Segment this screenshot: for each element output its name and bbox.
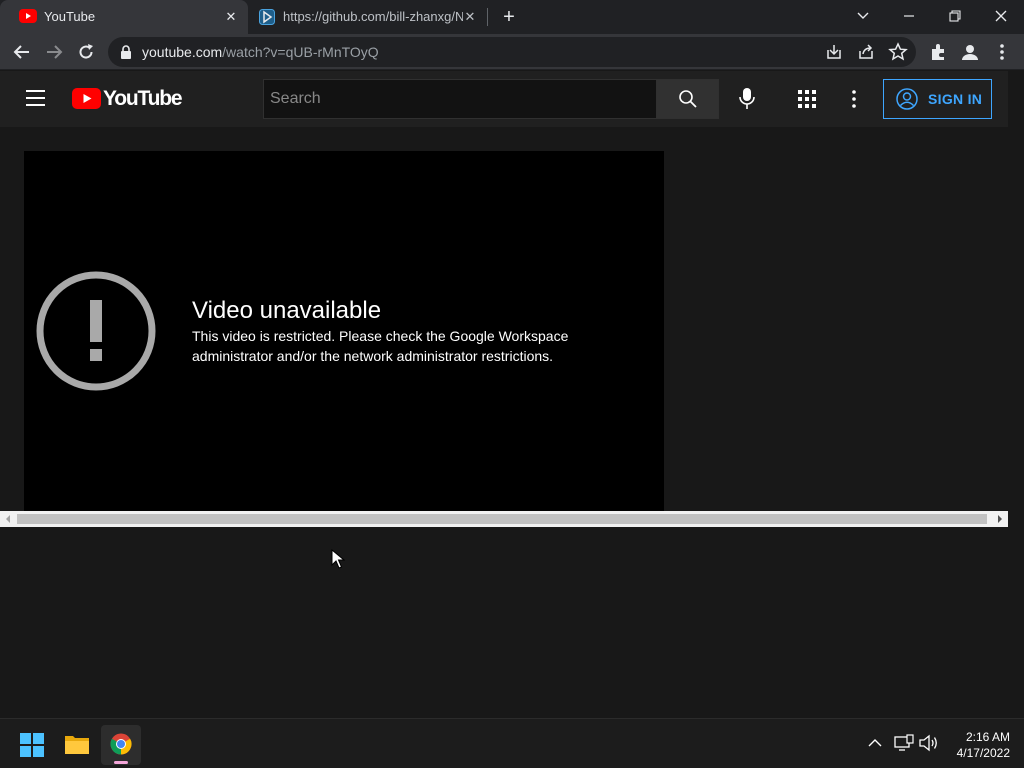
search-input[interactable] [264,80,656,118]
address-bar[interactable]: youtube.com/watch?v=qUB-rMnTOyQ [108,37,916,67]
youtube-masthead: YouTube SIGN IN [0,71,1008,127]
show-hidden-icons-chevron-icon[interactable] [868,738,882,748]
tab-title: YouTube [44,9,96,24]
page-gutter [1008,71,1024,527]
github-favicon-icon [259,9,275,25]
youtube-play-logo-icon [72,88,101,109]
network-icon[interactable] [894,734,914,752]
url-host: youtube.com [142,44,223,60]
lock-icon[interactable] [120,45,132,59]
install-app-icon[interactable] [824,42,844,62]
chrome-taskbar-button[interactable] [101,725,141,765]
horizontal-scrollbar[interactable] [0,511,1008,527]
extensions-icon[interactable] [928,42,948,62]
search-button[interactable] [656,79,719,119]
scrollbar-thumb[interactable] [17,514,987,524]
page-empty-area [0,527,1024,717]
tab-youtube[interactable]: YouTube ✕ [0,0,248,34]
scroll-right-arrow-icon[interactable] [996,515,1004,523]
active-app-indicator [114,761,128,764]
bookmark-star-icon[interactable] [888,42,908,62]
sign-in-button[interactable]: SIGN IN [883,79,992,119]
share-icon[interactable] [856,42,876,62]
video-player[interactable]: Video unavailable This video is restrict… [24,151,664,511]
back-icon[interactable] [12,42,32,62]
windows-taskbar: 2:16 AM 4/17/2022 [0,718,1024,768]
browser-tab-strip: YouTube ✕ https://github.com/bill-zhanxg… [0,0,1024,34]
clock-time[interactable]: 2:16 AM [944,730,1010,744]
minimize-icon[interactable] [897,6,921,26]
volume-icon[interactable] [919,734,939,752]
more-options-icon[interactable] [848,89,860,109]
tab-close-icon[interactable]: ✕ [461,8,479,26]
browser-toolbar: youtube.com/watch?v=qUB-rMnTOyQ [0,34,1024,70]
forward-icon[interactable] [44,42,64,62]
url-text: youtube.com/watch?v=qUB-rMnTOyQ [142,44,379,60]
tab-close-icon[interactable]: ✕ [222,8,240,26]
tab-search-chevron-icon[interactable] [851,6,875,26]
apps-grid-icon[interactable] [798,90,816,108]
youtube-favicon-icon [19,9,37,23]
new-tab-icon[interactable]: + [499,7,519,27]
error-exclamation-icon [36,271,156,391]
youtube-logo[interactable]: YouTube [72,87,183,110]
file-explorer-icon[interactable] [64,733,90,755]
chrome-icon [110,733,132,755]
search-box[interactable] [263,79,656,119]
youtube-logo-text: YouTube [103,87,183,110]
profile-icon[interactable] [960,42,980,62]
url-path: /watch?v=qUB-rMnTOyQ [222,44,379,60]
account-circle-icon [896,88,918,110]
browser-menu-icon[interactable] [992,42,1012,62]
hamburger-menu-icon[interactable] [26,89,46,107]
tab-separator [487,8,488,26]
error-message: This video is restricted. Please check t… [192,328,569,364]
close-window-icon[interactable] [989,6,1013,26]
microphone-icon[interactable] [737,87,757,111]
tab-title: https://github.com/bill-zhanxg/N [283,9,463,24]
tab-github[interactable]: https://github.com/bill-zhanxg/N ✕ [249,0,487,34]
search-icon [679,90,697,108]
clock-date[interactable]: 4/17/2022 [944,746,1010,760]
reload-icon[interactable] [76,42,96,62]
scroll-left-arrow-icon[interactable] [4,515,12,523]
sign-in-label: SIGN IN [928,91,983,107]
restore-icon[interactable] [943,6,967,26]
windows-start-icon[interactable] [20,733,44,757]
error-title: Video unavailable [192,297,382,324]
mouse-cursor-icon [331,549,345,569]
